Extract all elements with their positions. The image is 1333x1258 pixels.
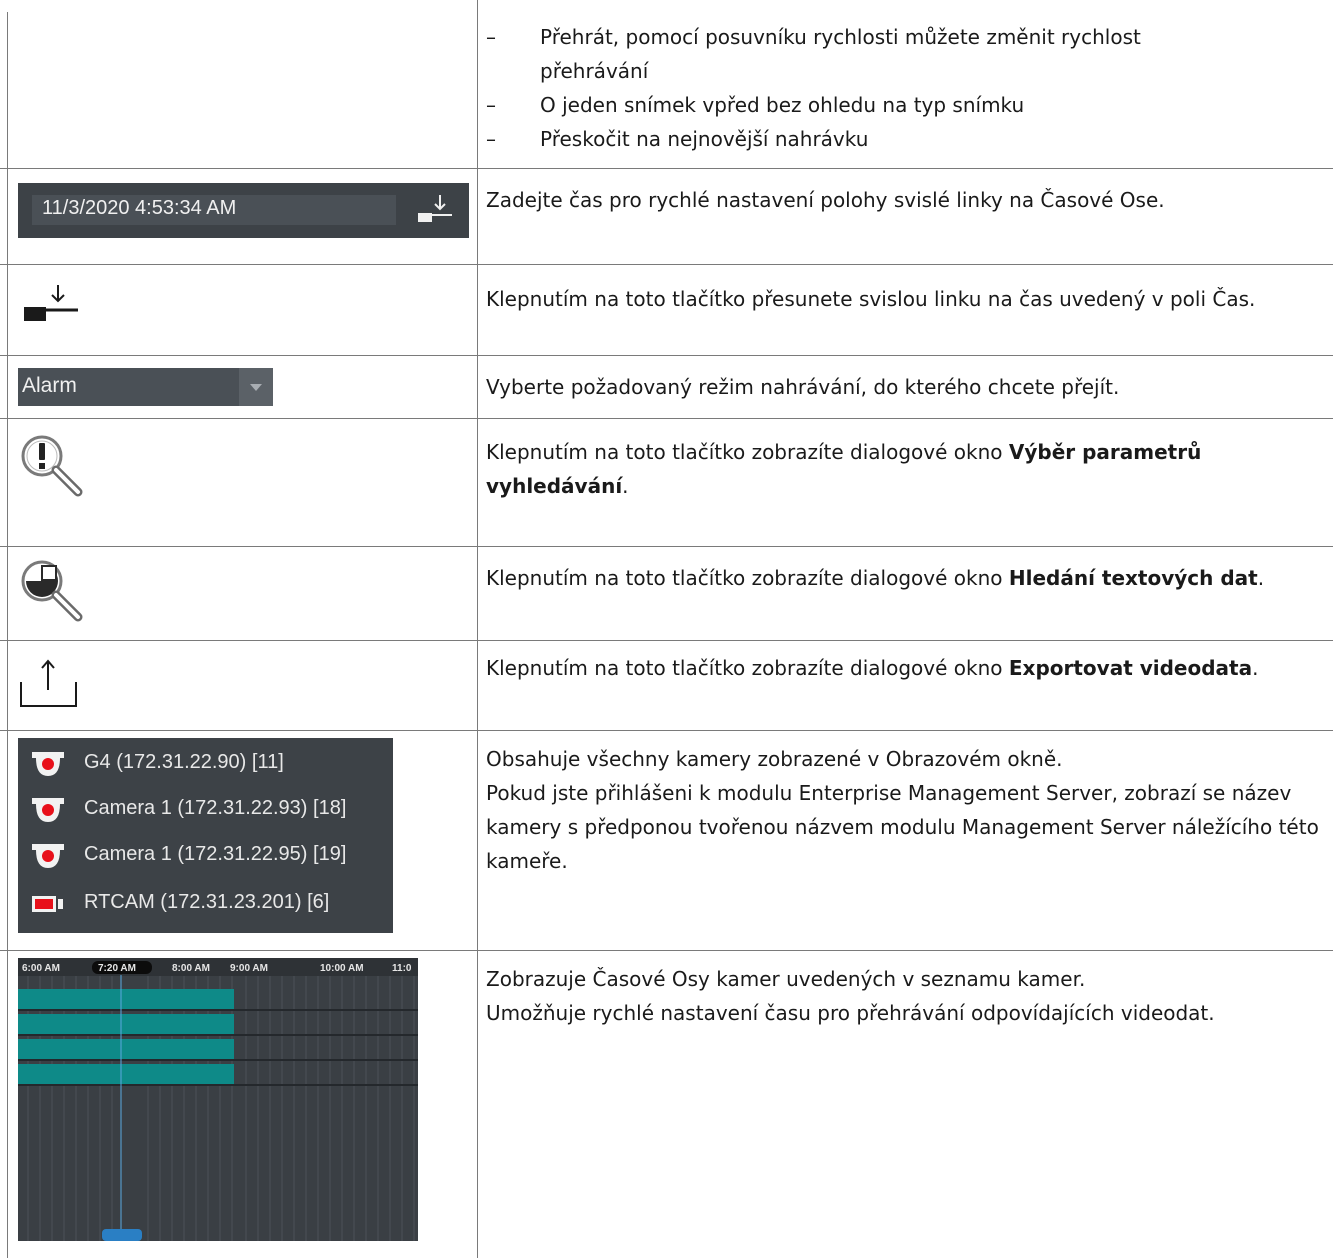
camera-label: Camera 1 (172.31.22.95) [19] <box>84 843 347 865</box>
bullet-text: Přehrát, pomocí posuvníku rychlosti může… <box>540 25 1141 83</box>
bullet-text: Přeskočit na nejnovější nahrávku <box>540 127 869 151</box>
goto-time-button[interactable] <box>410 191 460 229</box>
timeline-graphic[interactable]: 6:00 AM 7:20 AM 8:00 AM 9:00 AM 10:00 AM… <box>18 958 418 1241</box>
camera-label: Camera 1 (172.31.22.93) [18] <box>84 797 347 819</box>
list-item: – O jeden snímek vpřed bez ohledu na typ… <box>486 88 1331 122</box>
dome-camera-icon <box>32 798 64 822</box>
camera-label: G4 (172.31.22.90) [11] <box>84 751 284 773</box>
camera-list-item[interactable]: G4 (172.31.22.90) [11] <box>18 744 393 784</box>
chevron-down-icon[interactable] <box>239 368 273 406</box>
dome-camera-icon <box>32 752 64 776</box>
list-item: – Přehrát, pomocí posuvníku rychlosti mů… <box>486 20 1331 88</box>
alarm-search-icon <box>21 435 83 497</box>
alarm-search-description: Klepnutím na toto tlačítko zobrazíte dia… <box>486 435 1331 503</box>
list-item: – Přeskočit na nejnovější nahrávku <box>486 122 1331 156</box>
recording-mode-select[interactable]: Alarm <box>18 368 273 406</box>
recording-bar <box>18 1039 234 1059</box>
column-divider <box>477 0 478 1258</box>
time-label: 7:20 AM <box>98 963 136 974</box>
description-text: Zobrazuje Časové Osy kamer uvedených v s… <box>486 967 1086 991</box>
cursor-handle[interactable] <box>102 1229 142 1241</box>
row-divider <box>0 168 1333 169</box>
recording-mode-value: Alarm <box>22 374 77 397</box>
time-field-description: Zadejte čas pro rychlé nastavení polohy … <box>486 188 1165 212</box>
camera-list-item[interactable]: Camera 1 (172.31.22.95) [19] <box>18 836 393 876</box>
box-camera-icon <box>32 896 63 912</box>
camera-list-description: Obsahuje všechny kamery zobrazené v Obra… <box>486 742 1331 878</box>
description-text: Klepnutím na toto tlačítko zobrazíte dia… <box>486 440 1009 464</box>
time-label: 9:00 AM <box>230 963 268 974</box>
description-text: Klepnutím na toto tlačítko zobrazíte dia… <box>486 566 1009 590</box>
timeline-panel[interactable]: 6:00 AM 7:20 AM 8:00 AM 9:00 AM 10:00 AM… <box>18 958 418 1241</box>
camera-list-item[interactable]: RTCAM (172.31.23.201) [6] <box>18 884 393 924</box>
goto-time-icon <box>24 285 78 321</box>
camera-list: G4 (172.31.22.90) [11] Camera 1 (172.31.… <box>18 738 393 933</box>
camera-list-item[interactable]: Camera 1 (172.31.22.93) [18] <box>18 790 393 830</box>
description-text: . <box>1257 566 1265 590</box>
bullet-dash: – <box>486 93 496 117</box>
description-text: . <box>622 474 629 498</box>
recording-mode-description: Vyberte požadovaný režim nahrávání, do k… <box>486 375 1120 399</box>
description-text: Klepnutím na toto tlačítko zobrazíte dia… <box>486 656 1009 680</box>
description-text: Obsahuje všechny kamery zobrazené v Obra… <box>486 747 1063 771</box>
time-label: 11:0 <box>392 963 412 974</box>
bullet-text: O jeden snímek vpřed bez ohledu na typ s… <box>540 93 1025 117</box>
export-icon <box>20 659 77 707</box>
row-divider <box>0 640 1333 641</box>
recording-bar <box>18 1064 234 1084</box>
time-field-panel: 11/3/2020 4:53:34 AM <box>18 183 469 238</box>
text-data-search-description: Klepnutím na toto tlačítko zobrazíte dia… <box>486 561 1331 595</box>
description-text: Pokud jste přihlášeni k modulu Enterpris… <box>486 781 1319 873</box>
dome-camera-icon <box>32 844 64 868</box>
camera-label: RTCAM (172.31.23.201) [6] <box>84 891 330 913</box>
dialog-name: Hledání textových dat <box>1008 566 1258 590</box>
row-divider <box>0 950 1333 951</box>
timeline-description: Zobrazuje Časové Osy kamer uvedených v s… <box>486 962 1331 1030</box>
time-label: 6:00 AM <box>22 963 60 974</box>
row-divider <box>0 264 1333 265</box>
text-data-search-icon <box>21 560 83 622</box>
playback-controls-list: – Přehrát, pomocí posuvníku rychlosti mů… <box>486 20 1331 156</box>
row-divider <box>0 355 1333 356</box>
bullet-dash: – <box>486 25 496 49</box>
row-divider <box>0 730 1333 731</box>
dialog-name: Exportovat videodata <box>1008 656 1253 680</box>
recording-bar <box>18 989 234 1009</box>
recording-bar <box>18 1014 234 1034</box>
table-left-border <box>7 12 8 1258</box>
time-label: 10:00 AM <box>320 963 364 974</box>
bullet-dash: – <box>486 127 496 151</box>
time-label: 8:00 AM <box>172 963 210 974</box>
export-description: Klepnutím na toto tlačítko zobrazíte dia… <box>486 651 1331 685</box>
row-divider <box>0 546 1333 547</box>
goto-description: Klepnutím na toto tlačítko přesunete svi… <box>486 287 1256 311</box>
row-divider <box>0 418 1333 419</box>
description-text: . <box>1252 656 1259 680</box>
description-text: Umožňuje rychlé nastavení času pro přehr… <box>486 1001 1215 1025</box>
time-input-value[interactable]: 11/3/2020 4:53:34 AM <box>42 197 236 220</box>
